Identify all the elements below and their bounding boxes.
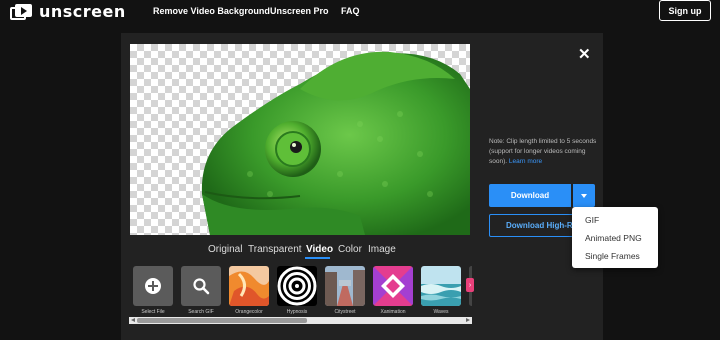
tab-color[interactable]: Color (338, 244, 362, 255)
unscreen-logo-icon (10, 3, 32, 20)
menu-item-animated-png[interactable]: Animated PNG (585, 233, 642, 243)
thumb-label: Search GIF (188, 309, 214, 315)
strip-scrollbar[interactable] (129, 317, 472, 324)
thumb-label: Citystreet (334, 309, 356, 315)
search-gif-button[interactable] (181, 266, 221, 306)
logo-text: unscreen (39, 2, 126, 21)
note-text: Note: Clip length limited to 5 seconds (… (489, 138, 597, 165)
nav-remove-video-background[interactable]: Remove Video Background (153, 6, 270, 16)
waves-thumbnail (421, 266, 461, 306)
tab-image[interactable]: Image (368, 244, 396, 255)
menu-item-gif[interactable]: GIF (585, 215, 599, 225)
thumb-label: Orangecolor (235, 309, 263, 315)
download-format-dropdown-toggle[interactable] (573, 184, 595, 207)
xanimation-thumbnail (373, 266, 413, 306)
orangecolor-thumbnail (229, 266, 269, 306)
background-video-strip: Select File Search GIF Orangecolor Hypno… (129, 264, 472, 324)
scroll-right-arrow-icon[interactable] (466, 318, 470, 322)
result-preview (130, 44, 470, 235)
download-button[interactable]: Download (489, 184, 571, 207)
thumb-label: Waves (433, 309, 449, 315)
download-format-menu: GIF Animated PNG Single Frames (572, 207, 658, 268)
thumb-citystreet[interactable] (325, 266, 365, 306)
select-file-button[interactable] (133, 266, 173, 306)
top-navbar: unscreen Remove Video Background Unscree… (0, 0, 720, 25)
active-tab-indicator (305, 257, 330, 259)
scrollbar-thumb[interactable] (137, 318, 307, 323)
thumb-label: Xanimation (380, 309, 406, 315)
tab-original[interactable]: Original (208, 244, 242, 255)
logo[interactable]: unscreen (10, 2, 126, 21)
strip-next-arrow-icon[interactable]: › (466, 278, 474, 292)
citystreet-thumbnail (325, 266, 365, 306)
plus-circle-icon (145, 278, 161, 294)
thumb-label: Hypnosis (286, 309, 308, 315)
nav-unscreen-pro[interactable]: Unscreen Pro (270, 6, 329, 16)
thumb-orangecolor[interactable] (229, 266, 269, 306)
thumb-xanimation[interactable] (373, 266, 413, 306)
clip-length-note: Note: Clip length limited to 5 seconds (… (489, 137, 597, 167)
search-icon (193, 278, 210, 295)
hypnosis-thumbnail (277, 266, 317, 306)
thumb-hypnosis[interactable] (277, 266, 317, 306)
chameleon-image (201, 51, 470, 235)
scroll-left-arrow-icon[interactable] (131, 318, 135, 322)
thumb-waves[interactable] (421, 266, 461, 306)
nav-faq[interactable]: FAQ (341, 6, 360, 16)
learn-more-link[interactable]: Learn more (509, 158, 542, 165)
menu-item-single-frames[interactable]: Single Frames (585, 251, 640, 261)
tab-transparent[interactable]: Transparent (248, 244, 302, 255)
close-icon[interactable]: ✕ (578, 45, 591, 63)
sign-up-button[interactable]: Sign up (659, 0, 711, 21)
thumb-label: Select File (141, 309, 165, 315)
tab-video[interactable]: Video (306, 244, 333, 255)
